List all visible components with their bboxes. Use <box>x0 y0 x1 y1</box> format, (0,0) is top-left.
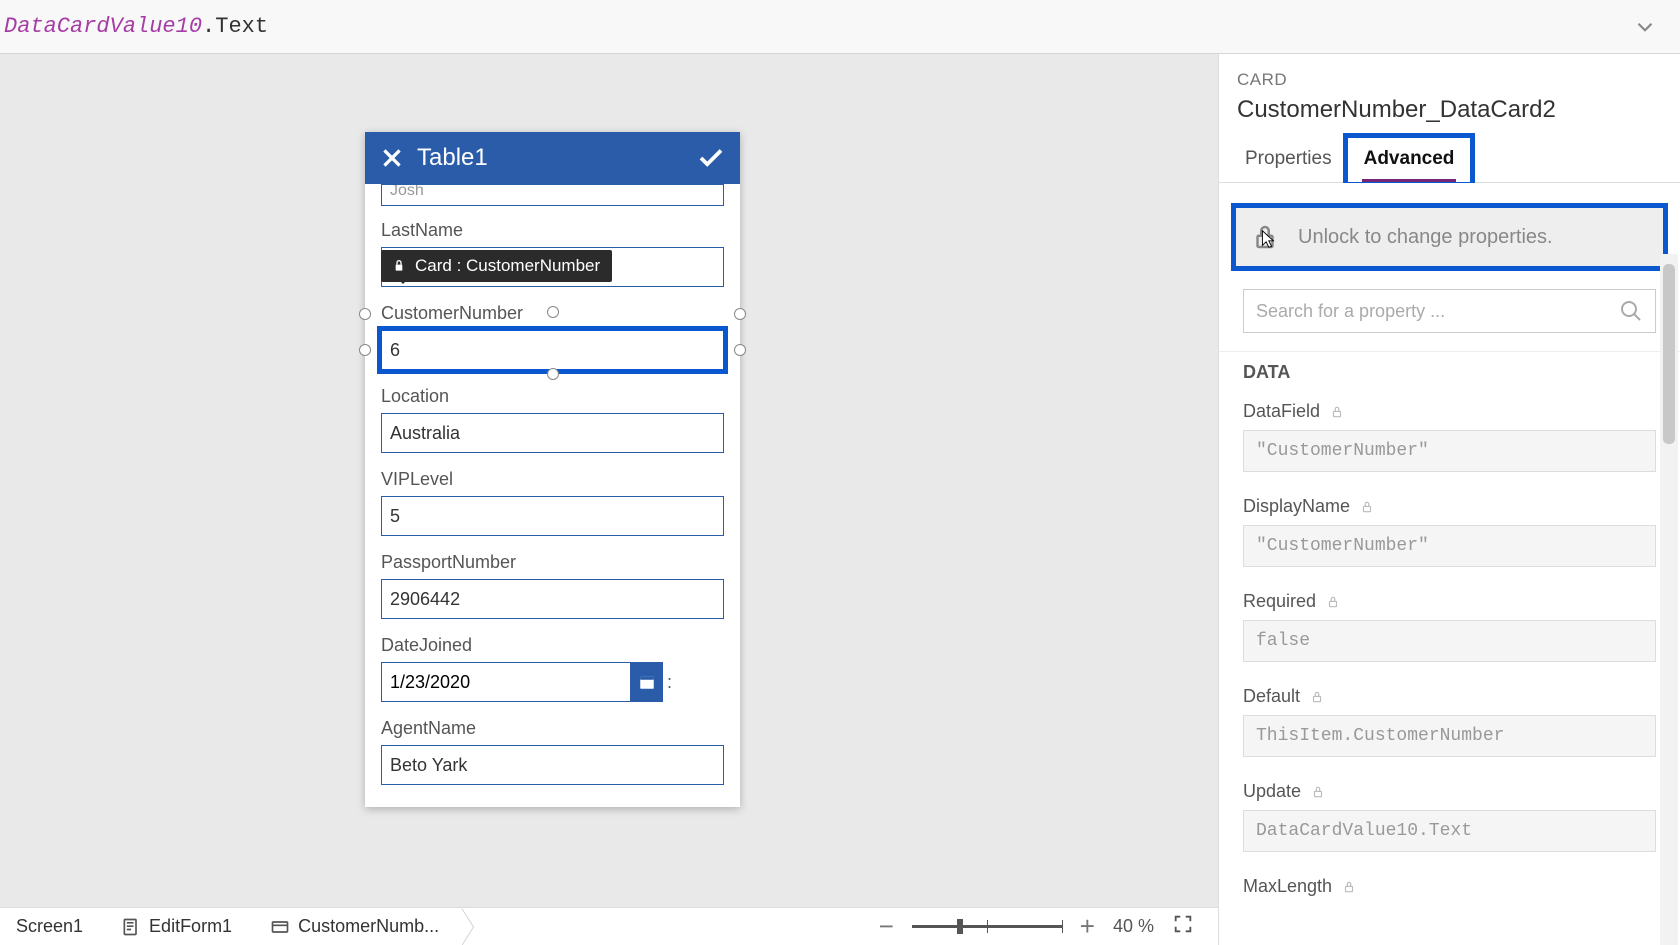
prop-name: Update <box>1243 781 1301 802</box>
time-separator: : <box>667 672 672 693</box>
agentname-input[interactable] <box>381 745 724 785</box>
selection-handle[interactable] <box>547 306 559 318</box>
lock-icon <box>1310 690 1324 704</box>
cursor-icon <box>1256 228 1278 250</box>
tab-advanced[interactable]: Advanced <box>1343 133 1476 187</box>
zoom-controls: − + 40 % <box>879 911 1218 942</box>
slider-tick <box>987 920 988 933</box>
form-header: Table1 <box>365 132 740 184</box>
form-icon <box>121 917 141 937</box>
prop-row-update: Update <box>1219 773 1680 806</box>
prop-row-displayname: DisplayName <box>1219 488 1680 521</box>
card-tooltip: Card : CustomerNumber <box>381 250 612 282</box>
prop-name: MaxLength <box>1243 876 1332 897</box>
firstname-input-partial[interactable]: Josh <box>381 184 724 206</box>
breadcrumb-screen[interactable]: Screen1 <box>0 908 105 945</box>
passportnumber-input[interactable] <box>381 579 724 619</box>
tab-properties[interactable]: Properties <box>1229 138 1348 182</box>
datejoined-label: DateJoined <box>381 635 724 656</box>
scrollbar-thumb[interactable] <box>1663 264 1675 444</box>
tooltip-arrow <box>395 276 411 284</box>
footer: Screen1 EditForm1 CustomerNumb... − + 40… <box>0 907 1218 945</box>
lock-icon <box>1311 785 1325 799</box>
agentname-label: AgentName <box>381 718 724 739</box>
check-icon[interactable] <box>696 143 726 173</box>
unlock-button[interactable]: Unlock to change properties. <box>1231 203 1668 271</box>
search-icon <box>1619 299 1643 323</box>
selection-handle[interactable] <box>359 308 371 320</box>
selection-handle[interactable] <box>734 308 746 320</box>
prop-row-datafield: DataField <box>1219 393 1680 426</box>
chevron-down-icon[interactable] <box>1632 14 1658 40</box>
prop-value-required[interactable]: false <box>1243 620 1656 662</box>
prop-value-displayname[interactable]: "CustomerNumber" <box>1243 525 1656 567</box>
prop-name: DisplayName <box>1243 496 1350 517</box>
tooltip-text: Card : CustomerNumber <box>415 256 600 276</box>
prop-row-maxlength: MaxLength <box>1219 868 1680 901</box>
prop-name: Required <box>1243 591 1316 612</box>
slider-tick <box>1062 920 1063 933</box>
formula-prefix: DataCardValue10 <box>4 14 202 39</box>
breadcrumb-card[interactable]: CustomerNumb... <box>254 908 461 945</box>
customernumber-input[interactable] <box>381 330 724 370</box>
card-type-label: CARD <box>1219 54 1680 94</box>
close-icon[interactable] <box>379 145 405 171</box>
prop-name: DataField <box>1243 401 1320 422</box>
card-icon <box>270 917 290 937</box>
prop-value-default[interactable]: ThisItem.CustomerNumber <box>1243 715 1656 757</box>
lock-icon <box>1360 500 1374 514</box>
fullscreen-icon[interactable] <box>1172 913 1194 940</box>
panel-scroll[interactable]: Unlock to change properties. DATA DataFi… <box>1219 183 1680 945</box>
panel-scrollbar[interactable] <box>1660 254 1678 945</box>
property-search[interactable] <box>1243 289 1656 333</box>
canvas[interactable]: Table1 Josh LastName Card : CustomerNumb… <box>0 54 1218 907</box>
zoom-out-button[interactable]: − <box>879 911 894 942</box>
selection-handle[interactable] <box>734 344 746 356</box>
search-input[interactable] <box>1256 301 1619 322</box>
formula-bar[interactable]: DataCardValue10.Text <box>0 0 1680 54</box>
lock-icon <box>1250 222 1280 252</box>
slider-thumb[interactable] <box>957 919 963 934</box>
selection-handle[interactable] <box>547 368 559 380</box>
panel-tabs: Properties Advanced <box>1219 138 1680 183</box>
form-title: Table1 <box>417 144 696 172</box>
location-input[interactable] <box>381 413 724 453</box>
location-label: Location <box>381 386 724 407</box>
zoom-slider[interactable] <box>912 925 1062 928</box>
prop-value-datafield[interactable]: "CustomerNumber" <box>1243 430 1656 472</box>
lastname-label: LastName <box>381 220 724 241</box>
lock-icon <box>1326 595 1340 609</box>
prop-row-default: Default <box>1219 678 1680 711</box>
zoom-value: 40 % <box>1113 916 1154 937</box>
lock-icon <box>1330 405 1344 419</box>
formula-suffix: .Text <box>202 14 268 39</box>
passportnumber-label: PassportNumber <box>381 552 724 573</box>
breadcrumb-label: CustomerNumb... <box>298 916 439 937</box>
breadcrumb-form[interactable]: EditForm1 <box>105 908 254 945</box>
breadcrumb-label: Screen1 <box>16 916 83 937</box>
viplevel-input[interactable] <box>381 496 724 536</box>
form-preview[interactable]: Table1 Josh LastName Card : CustomerNumb… <box>365 132 740 807</box>
datejoined-input[interactable] <box>381 662 631 702</box>
lock-icon <box>1342 880 1356 894</box>
viplevel-label: VIPLevel <box>381 469 724 490</box>
properties-panel: CARD CustomerNumber_DataCard2 Properties… <box>1218 54 1680 945</box>
section-data: DATA <box>1219 351 1680 393</box>
card-name: CustomerNumber_DataCard2 <box>1219 94 1680 138</box>
prop-row-required: Required <box>1219 583 1680 616</box>
prop-name: Default <box>1243 686 1300 707</box>
prop-value-update[interactable]: DataCardValue10.Text <box>1243 810 1656 852</box>
unlock-text: Unlock to change properties. <box>1298 226 1553 249</box>
zoom-in-button[interactable]: + <box>1080 911 1095 942</box>
selection-handle[interactable] <box>359 344 371 356</box>
calendar-icon[interactable] <box>631 662 663 702</box>
breadcrumb-label: EditForm1 <box>149 916 232 937</box>
